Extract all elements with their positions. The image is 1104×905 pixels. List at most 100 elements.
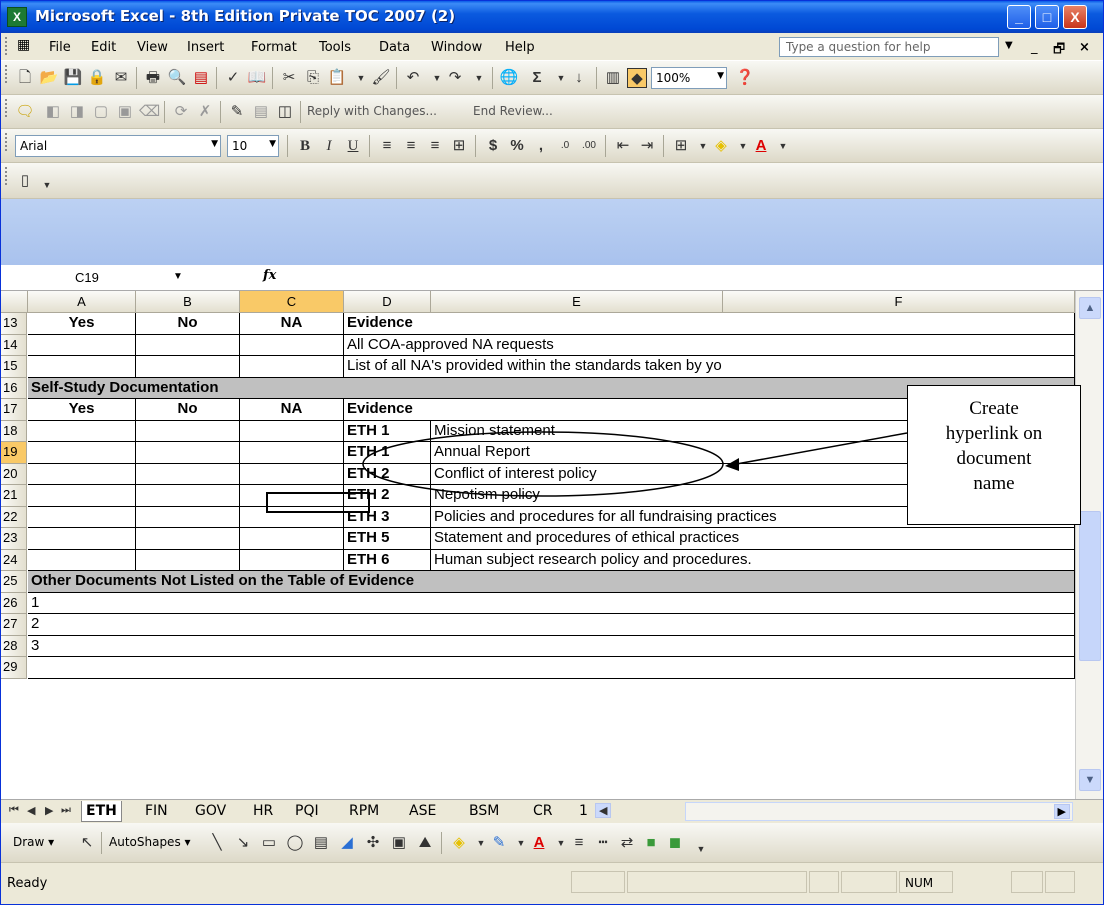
currency-icon[interactable]: $: [483, 136, 503, 156]
undo-dropdown-icon[interactable]: ▼: [427, 68, 447, 88]
increase-indent-icon[interactable]: ⇥: [637, 136, 657, 156]
cell-b19[interactable]: [136, 442, 240, 464]
row-header-21[interactable]: 21: [1, 485, 27, 507]
cell-a15[interactable]: [28, 356, 136, 378]
autosum-dropdown-icon[interactable]: ▼: [551, 68, 571, 88]
sheet-tab-ase[interactable]: ASE: [405, 801, 440, 822]
new-icon[interactable]: 🗋: [15, 68, 35, 88]
formula-input[interactable]: [291, 267, 1091, 289]
cell-c14[interactable]: [240, 334, 344, 356]
column-header-b[interactable]: B: [136, 291, 240, 313]
previous-comment-icon[interactable]: ◧: [43, 102, 63, 122]
menu-file[interactable]: File: [49, 40, 71, 55]
cell-b13[interactable]: No: [136, 313, 240, 335]
sort-ascending-icon[interactable]: ↓: [569, 68, 589, 88]
select-objects-icon[interactable]: ↖: [77, 833, 97, 853]
pdf-icon[interactable]: ▤: [191, 68, 211, 88]
cell-b22[interactable]: [136, 506, 240, 528]
end-review-button[interactable]: End Review...: [473, 104, 553, 118]
sheet-tab-eth[interactable]: ETH: [81, 801, 122, 822]
chart-wizard-icon[interactable]: ▥: [603, 68, 623, 88]
menu-view[interactable]: View: [137, 40, 168, 55]
menu-window[interactable]: Window: [431, 40, 482, 55]
cell-a14[interactable]: [28, 334, 136, 356]
underline-icon[interactable]: U: [343, 136, 363, 156]
cell-a20[interactable]: [28, 463, 136, 485]
tab-scroll-left-icon[interactable]: ◀: [595, 803, 612, 818]
new-comment-icon[interactable]: 🗨: [15, 102, 35, 122]
menu-data[interactable]: Data: [379, 40, 410, 55]
vertical-scrollbar[interactable]: ▲ ▼: [1075, 291, 1103, 799]
cell-a17[interactable]: Yes: [28, 399, 136, 421]
cell-c13[interactable]: NA: [240, 313, 344, 335]
redo-icon[interactable]: ↷: [445, 68, 465, 88]
help-dropdown-icon[interactable]: ▼: [1005, 40, 1013, 51]
cell-c19[interactable]: [240, 442, 344, 464]
save-icon[interactable]: 💾: [63, 68, 83, 88]
clipart-icon[interactable]: ▣: [389, 833, 409, 853]
borders-icon[interactable]: ⊞: [671, 136, 691, 156]
document-icon[interactable]: ▯: [15, 171, 35, 191]
line-color-icon[interactable]: ✎: [489, 833, 509, 853]
draw-fill-color-icon[interactable]: ◈: [449, 833, 469, 853]
active-cell-c19[interactable]: [266, 492, 370, 513]
reject-icon[interactable]: ✗: [195, 102, 215, 122]
evidence-code[interactable]: ETH 6: [344, 549, 431, 571]
cell-c23[interactable]: [240, 528, 344, 550]
arrow-style-icon[interactable]: ⇄: [617, 833, 637, 853]
paste-dropdown-icon[interactable]: ▼: [351, 68, 371, 88]
show-all-comments-icon[interactable]: ▣: [115, 102, 135, 122]
print-icon[interactable]: 🖶: [143, 68, 163, 88]
undo-icon[interactable]: ↶: [403, 68, 423, 88]
cut-icon[interactable]: ✂: [279, 68, 299, 88]
document-name[interactable]: Statement and procedures of ethical prac…: [431, 528, 1075, 550]
print-preview-icon[interactable]: 🔍: [167, 68, 187, 88]
fill-color-dropdown-icon[interactable]: ▼: [733, 136, 753, 156]
sheet-tab-fin[interactable]: FIN: [141, 801, 172, 822]
evidence-code[interactable]: ETH 5: [344, 528, 431, 550]
worksheet-grid[interactable]: A B C D E F 13 Yes No NA Evidence 14 All COA-a…: [1, 291, 1075, 799]
increase-decimal-icon[interactable]: .0: [555, 136, 575, 156]
cell-a22[interactable]: [28, 506, 136, 528]
redo-dropdown-icon[interactable]: ▼: [469, 68, 489, 88]
line-style-icon[interactable]: ≡: [569, 833, 589, 853]
cell-a21[interactable]: [28, 485, 136, 507]
cell-a23[interactable]: [28, 528, 136, 550]
cell-b23[interactable]: [136, 528, 240, 550]
open-icon[interactable]: 📂: [39, 68, 59, 88]
edit-comment-icon[interactable]: ✎: [227, 102, 247, 122]
cell-a18[interactable]: [28, 420, 136, 442]
textbox-icon[interactable]: ▤: [311, 833, 331, 853]
delete-comment-icon[interactable]: ⌫: [139, 102, 160, 122]
help-icon[interactable]: ❓: [735, 68, 755, 88]
cell-b15[interactable]: [136, 356, 240, 378]
reply-with-changes-button[interactable]: Reply with Changes...: [307, 104, 437, 118]
fx-icon[interactable]: fx: [263, 268, 276, 283]
cell-c24[interactable]: [240, 549, 344, 571]
close-button[interactable]: X: [1063, 5, 1087, 29]
cell-a28[interactable]: 3: [28, 635, 1075, 657]
picture-icon[interactable]: ⛰: [415, 833, 435, 853]
draw-menu-button[interactable]: Draw ▾: [13, 835, 54, 849]
draw-font-color-dropdown-icon[interactable]: ▼: [551, 833, 571, 853]
next-comment-icon[interactable]: ◨: [67, 102, 87, 122]
row-header-28[interactable]: 28: [1, 635, 27, 657]
bold-icon[interactable]: B: [295, 136, 315, 156]
menu-tools[interactable]: Tools: [319, 40, 351, 55]
cell-a27[interactable]: 2: [28, 614, 1075, 636]
column-header-d[interactable]: D: [344, 291, 431, 313]
spelling-icon[interactable]: ✓: [223, 68, 243, 88]
evidence-code[interactable]: ETH 2: [344, 463, 431, 485]
row-header-19[interactable]: 19: [1, 442, 27, 464]
scroll-thumb[interactable]: [1079, 511, 1101, 661]
cell-c18[interactable]: [240, 420, 344, 442]
evidence-text[interactable]: All COA-approved NA requests: [344, 334, 1075, 356]
3d-icon[interactable]: ◼: [665, 833, 685, 853]
doc-restore-icon[interactable]: 🗗: [1053, 40, 1065, 62]
line-icon[interactable]: ╲: [207, 833, 227, 853]
name-box[interactable]: C19: [59, 267, 239, 289]
column-header-f[interactable]: F: [723, 291, 1075, 313]
row-header-22[interactable]: 22: [1, 506, 27, 528]
column-header-e[interactable]: E: [431, 291, 723, 313]
menu-insert[interactable]: Insert: [187, 40, 224, 55]
